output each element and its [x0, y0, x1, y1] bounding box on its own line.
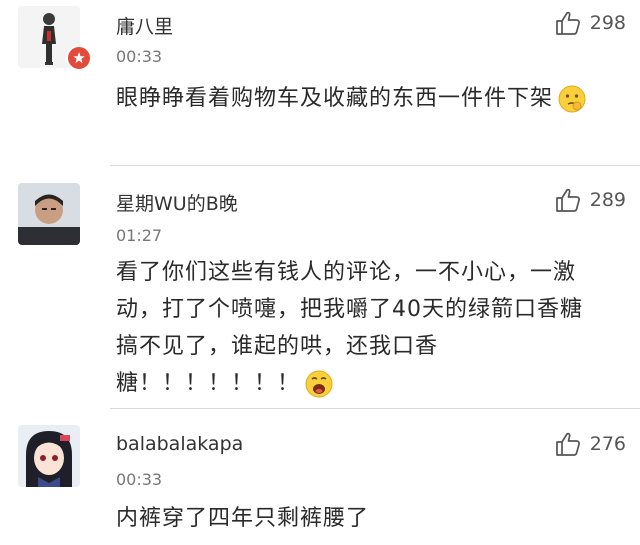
comment-text: 内裤穿了四年只剩裤腰了 — [116, 500, 602, 537]
thumbs-up-icon — [555, 11, 580, 35]
timestamp: 00:33 — [116, 470, 163, 489]
like-button[interactable]: 276 — [554, 430, 626, 458]
comment-item: 星期WU的B晚 01:27 289 看了你们这些有钱人的评论，一不小心，一激动，… — [0, 165, 640, 408]
like-count: 276 — [589, 433, 626, 455]
crying-emoji — [304, 369, 334, 399]
comment-text-content: 眼睁睁看着购物车及收藏的东西一件件下架 — [116, 86, 554, 111]
star-badge-icon — [66, 45, 92, 71]
thumbs-up-icon — [555, 188, 580, 212]
timestamp: 01:27 — [116, 226, 163, 245]
like-count: 298 — [589, 12, 626, 34]
comment-text: 看了你们这些有钱人的评论，一不小心，一激动，打了个喷嚏，把我嚼了40天的绿箭口香… — [116, 254, 602, 402]
comment-item: 庸八里 00:33 298 眼睁睁看着购物车及收藏的东西一件件下架 — [0, 0, 640, 165]
timestamp: 00:33 — [116, 47, 163, 66]
avatar[interactable] — [18, 183, 80, 245]
like-count: 289 — [589, 189, 626, 211]
thinking-emoji — [557, 84, 587, 114]
comment-text: 眼睁睁看着购物车及收藏的东西一件件下架 — [116, 80, 602, 117]
username[interactable]: balabalakapa — [116, 433, 243, 455]
like-button[interactable]: 298 — [554, 9, 626, 37]
comment-item: balabalakapa 00:33 276 内裤穿了四年只剩裤腰了 — [0, 408, 640, 545]
like-button[interactable]: 289 — [554, 186, 626, 214]
thumbs-up-icon — [555, 432, 580, 456]
username[interactable]: 星期WU的B晚 — [116, 189, 238, 216]
comment-text-content: 看了你们这些有钱人的评论，一不小心，一激动，打了个喷嚏，把我嚼了40天的绿箭口香… — [116, 260, 583, 396]
comment-text-content: 内裤穿了四年只剩裤腰了 — [116, 506, 370, 531]
avatar[interactable] — [18, 425, 80, 487]
username[interactable]: 庸八里 — [116, 12, 173, 39]
